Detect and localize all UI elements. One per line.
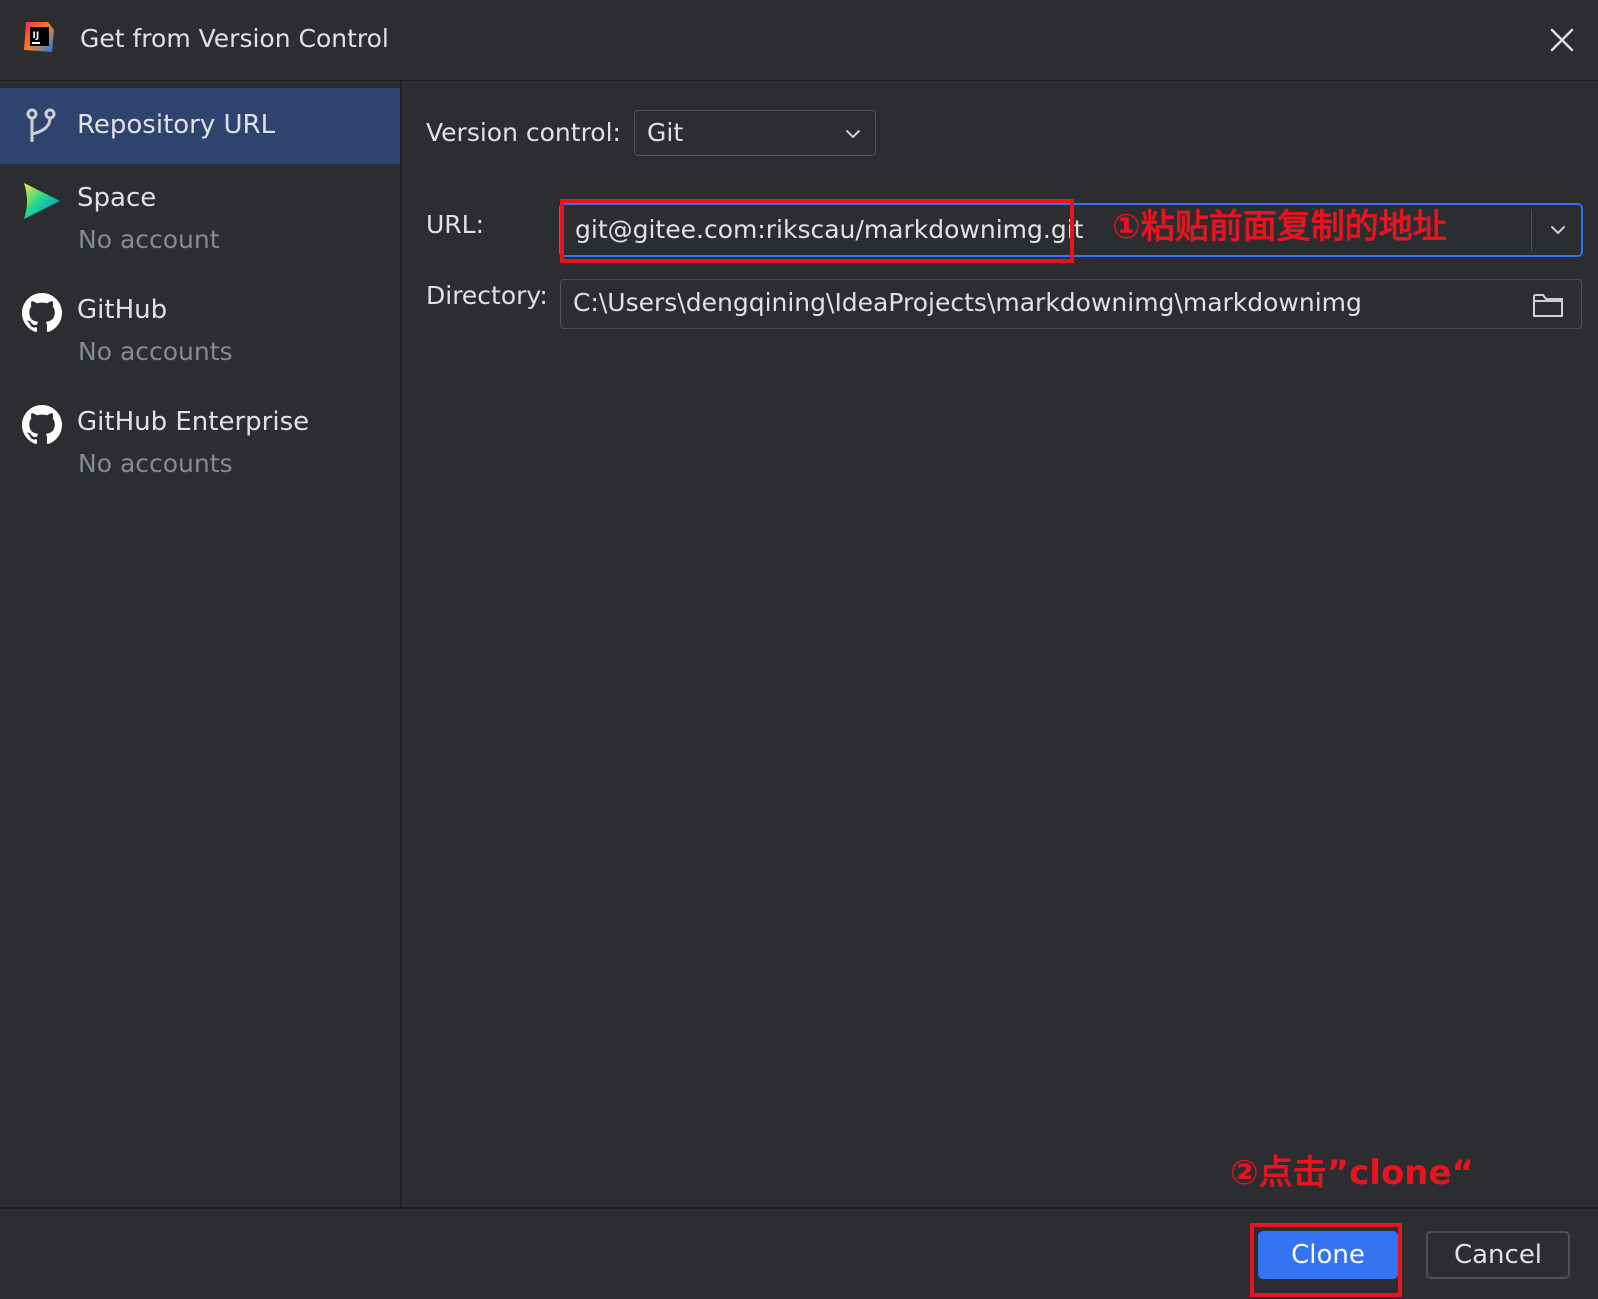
directory-field[interactable] — [560, 279, 1582, 329]
url-label: URL: — [426, 210, 485, 239]
version-control-label: Version control: — [426, 118, 621, 147]
title-bar: IJ Get from Version Control — [0, 0, 1598, 81]
intellij-idea-icon: IJ — [24, 22, 54, 52]
clone-highlight-box — [1250, 1223, 1402, 1297]
chevron-down-icon — [1551, 226, 1565, 234]
sidebar-item-label: GitHub Enterprise — [77, 407, 310, 437]
window-title: Get from Version Control — [80, 24, 389, 53]
account-status: No account — [78, 225, 220, 254]
sidebar-item-label: Space — [77, 183, 157, 213]
github-icon — [22, 405, 62, 445]
chevron-down-icon — [846, 130, 860, 138]
repository-url-panel: Version control: Git URL: Directory: — [402, 81, 1598, 1207]
sidebar-item-label: GitHub — [77, 295, 168, 325]
sidebar-item-space[interactable]: Space No account — [0, 173, 400, 273]
git-branch-icon — [26, 108, 56, 142]
directory-label: Directory: — [426, 281, 548, 310]
step2-annotation: ②点击”clone“ — [1230, 1153, 1474, 1193]
dialog-footer: Clone Cancel — [0, 1207, 1598, 1299]
cancel-button[interactable]: Cancel — [1426, 1231, 1570, 1279]
space-icon — [24, 183, 60, 219]
sidebar-item-repository-url[interactable]: Repository URL — [0, 88, 400, 164]
close-icon[interactable] — [1546, 24, 1578, 56]
step1-annotation: ①粘贴前面复制的地址 — [1112, 207, 1447, 247]
account-status: No accounts — [78, 337, 233, 366]
url-history-dropdown[interactable] — [1535, 205, 1581, 255]
directory-input[interactable] — [573, 286, 1493, 320]
sidebar-item-github[interactable]: GitHub No accounts — [0, 285, 400, 385]
folder-icon[interactable] — [1531, 290, 1565, 320]
dialog-window: IJ Get from Version Control Repository U… — [0, 0, 1598, 1299]
version-control-value: Git — [647, 118, 684, 147]
github-icon — [22, 293, 62, 333]
account-status: No accounts — [78, 449, 233, 478]
svg-text:IJ: IJ — [33, 31, 40, 41]
url-highlight-box — [560, 199, 1074, 263]
source-sidebar: Repository URL Space No account GitHub N… — [0, 81, 402, 1207]
divider — [1531, 209, 1532, 251]
version-control-select[interactable]: Git — [634, 110, 876, 156]
sidebar-item-label: Repository URL — [77, 110, 276, 140]
sidebar-item-github-enterprise[interactable]: GitHub Enterprise No accounts — [0, 397, 400, 497]
